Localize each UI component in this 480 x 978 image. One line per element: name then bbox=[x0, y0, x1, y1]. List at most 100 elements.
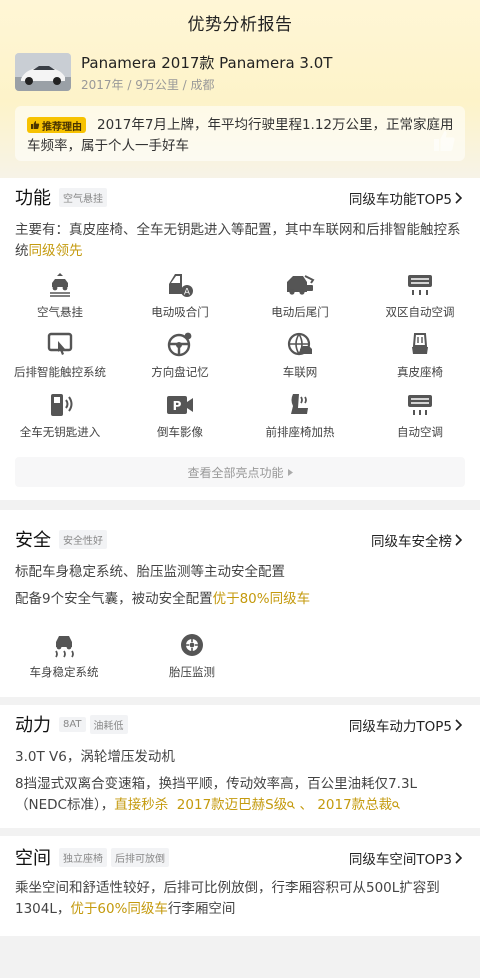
feature-item[interactable]: 车身稳定系统 bbox=[0, 624, 128, 684]
space-desc-suffix: 行李厢空间 bbox=[167, 901, 236, 917]
feature-label: 车身稳定系统 bbox=[29, 665, 99, 679]
auto-ac-icon bbox=[405, 392, 435, 418]
feature-label: 自动空调 bbox=[397, 425, 443, 439]
power-header: 动力 8AT 油耗低 bbox=[15, 709, 128, 739]
keyless-entry-icon bbox=[45, 392, 75, 418]
view-all-features-label: 查看全部亮点功能 bbox=[187, 465, 284, 480]
power-tag: 8AT bbox=[59, 716, 86, 732]
reason-badge-label: 推荐理由 bbox=[42, 121, 82, 133]
steering-memory-icon bbox=[165, 332, 195, 358]
feature-item[interactable]: 前排座椅加热 bbox=[240, 384, 360, 444]
chevron-right-icon bbox=[455, 192, 462, 204]
safety-rank-link[interactable]: 同级车安全榜 bbox=[371, 530, 462, 550]
feature-label: 空气悬挂 bbox=[37, 305, 83, 319]
seat-heating-icon bbox=[285, 392, 315, 418]
feature-label: 电动吸合门 bbox=[151, 305, 209, 319]
power-line-1: 3.0T V6，涡轮增压发动机 bbox=[15, 749, 175, 765]
space-desc-highlight: 优于60%同级车 bbox=[70, 901, 168, 917]
stability-control-icon bbox=[49, 632, 79, 658]
feature-label: 方向盘记忆 bbox=[151, 365, 209, 379]
feature-item[interactable]: 方向盘记忆 bbox=[120, 324, 240, 384]
car-name: Panamera 2017款 Panamera 3.0T bbox=[81, 54, 333, 72]
connected-car-icon bbox=[285, 332, 315, 358]
feature-label: 倒车影像 bbox=[157, 425, 203, 439]
compare-car-b: 2017款总裁 bbox=[317, 797, 393, 813]
feature-item[interactable]: P 倒车影像 bbox=[120, 384, 240, 444]
space-tag: 后排可放倒 bbox=[111, 847, 169, 867]
reason-text: 2017年7月上牌，年平均行驶里程1.12万公里，正常家庭用车频率，属于个人一手… bbox=[27, 117, 454, 154]
compare-car-a: 2017款迈巴赫S级 bbox=[176, 797, 288, 813]
reverse-camera-icon: P bbox=[165, 392, 195, 418]
dual-zone-ac-icon bbox=[405, 272, 435, 298]
svg-text:P: P bbox=[173, 399, 182, 413]
air-suspension-icon bbox=[45, 272, 75, 298]
safety-tag: 安全性好 bbox=[59, 529, 107, 549]
power-line-2: 8挡湿式双离合变速箱，换挡平顺，传动效率高，百公里油耗仅7.3L（NEDC标准）… bbox=[15, 774, 465, 816]
chevron-right-icon bbox=[455, 719, 462, 731]
power-tailgate-icon bbox=[285, 272, 315, 298]
feature-label: 前排座椅加热 bbox=[265, 425, 335, 439]
space-card: 空间 独立座椅 后排可放倒 同级车空间TOP3 乘坐空间和舒适性较好，后排可比例… bbox=[0, 836, 480, 936]
space-rank-link[interactable]: 同级车空间TOP3 bbox=[349, 848, 462, 868]
feature-item[interactable]: 真皮座椅 bbox=[360, 324, 480, 384]
reason-badge: 推荐理由 bbox=[27, 117, 86, 133]
svg-text:A: A bbox=[184, 288, 191, 298]
feature-label: 车联网 bbox=[282, 365, 318, 379]
power-card: 动力 8AT 油耗低 同级车动力TOP5 3.0T V6，涡轮增压发动机 8挡湿… bbox=[0, 705, 480, 828]
space-header: 空间 独立座椅 后排可放倒 bbox=[15, 842, 169, 872]
function-desc-highlight: 同级领先 bbox=[28, 243, 83, 259]
function-card: 功能 空气悬挂 同级车功能TOP5 主要有：真皮座椅、全车无钥匙进入等配置，其中… bbox=[0, 178, 480, 500]
feature-item[interactable]: 电动后尾门 bbox=[240, 264, 360, 324]
feature-item[interactable]: 双区自动空调 bbox=[360, 264, 480, 324]
safety-card: 安全 安全性好 同级车安全榜 标配车身稳定系统、胎压监测等主动安全配置 配备9个… bbox=[0, 510, 480, 697]
chevron-right-icon bbox=[455, 852, 462, 864]
function-rank-link[interactable]: 同级车功能TOP5 bbox=[349, 188, 462, 208]
search-icon bbox=[287, 801, 296, 809]
feature-item[interactable]: 全车无钥匙进入 bbox=[0, 384, 120, 444]
safety-feature-grid: 车身稳定系统 胎压监测 bbox=[0, 624, 480, 684]
safety-line-2-text: 配备9个安全气囊，被动安全配置 bbox=[15, 591, 213, 607]
feature-item[interactable]: A 电动吸合门 bbox=[120, 264, 240, 324]
chevron-right-icon bbox=[455, 534, 462, 546]
safety-title: 安全 bbox=[15, 530, 51, 551]
compare-car-link[interactable]: 2017款迈巴赫S级 bbox=[176, 797, 296, 813]
function-title: 功能 bbox=[15, 188, 51, 209]
function-header: 功能 空气悬挂 bbox=[15, 182, 107, 212]
safety-line-2: 配备9个安全气囊，被动安全配置优于80%同级车 bbox=[15, 589, 465, 610]
space-title: 空间 bbox=[15, 848, 51, 869]
power-tag: 油耗低 bbox=[89, 714, 128, 734]
space-rank-label: 同级车空间TOP3 bbox=[348, 852, 452, 868]
leather-seat-icon bbox=[405, 332, 435, 358]
view-all-features-button[interactable]: 查看全部亮点功能 bbox=[15, 457, 465, 487]
car-thumbnail[interactable] bbox=[15, 53, 71, 91]
safety-header: 安全 安全性好 bbox=[15, 524, 107, 554]
safety-line-2-highlight: 优于80%同级车 bbox=[212, 591, 311, 607]
feature-label: 电动后尾门 bbox=[271, 305, 329, 319]
space-description: 乘坐空间和舒适性较好，后排可比例放倒，行李厢容积可从500L扩容到1304L，优… bbox=[15, 878, 465, 920]
space-tag: 独立座椅 bbox=[59, 847, 107, 867]
report-header: 优势分析报告 Panamera 2017款 Panamera 3.0T 2017… bbox=[0, 0, 480, 185]
function-rank-label: 同级车功能TOP5 bbox=[348, 192, 452, 208]
feature-item[interactable]: 后排智能触控系统 bbox=[0, 324, 120, 384]
page-title: 优势分析报告 bbox=[187, 15, 293, 35]
car-meta: 2017年 / 9万公里 / 成都 bbox=[81, 78, 215, 92]
safety-line-1: 标配车身稳定系统、胎压监测等主动安全配置 bbox=[15, 564, 285, 580]
function-description: 主要有：真皮座椅、全车无钥匙进入等配置，其中车联网和后排智能触控系统同级领先 bbox=[15, 220, 465, 262]
search-icon bbox=[392, 801, 401, 809]
feature-item[interactable]: 车联网 bbox=[240, 324, 360, 384]
feature-label: 胎压监测 bbox=[169, 665, 215, 679]
feature-item[interactable]: 自动空调 bbox=[360, 384, 480, 444]
feature-item[interactable]: 空气悬挂 bbox=[0, 264, 120, 324]
compare-car-link[interactable]: 2017款总裁 bbox=[317, 797, 401, 813]
feature-label: 后排智能触控系统 bbox=[14, 365, 106, 379]
power-compare-prefix: 直接秒杀 bbox=[114, 797, 169, 813]
caret-right-icon bbox=[287, 468, 293, 476]
feature-label: 双区自动空调 bbox=[385, 305, 455, 319]
feature-label: 全车无钥匙进入 bbox=[19, 425, 101, 439]
power-title: 动力 bbox=[15, 715, 51, 736]
power-rank-link[interactable]: 同级车动力TOP5 bbox=[349, 715, 462, 735]
thumbs-up-watermark-icon bbox=[434, 131, 455, 151]
rear-touch-control-icon bbox=[45, 332, 75, 358]
function-feature-grid: 空气悬挂 A 电动吸合门 电动后尾门 双区自动空调 后排智能触控系统 方向盘记忆… bbox=[0, 264, 480, 444]
feature-item[interactable]: 胎压监测 bbox=[128, 624, 256, 684]
